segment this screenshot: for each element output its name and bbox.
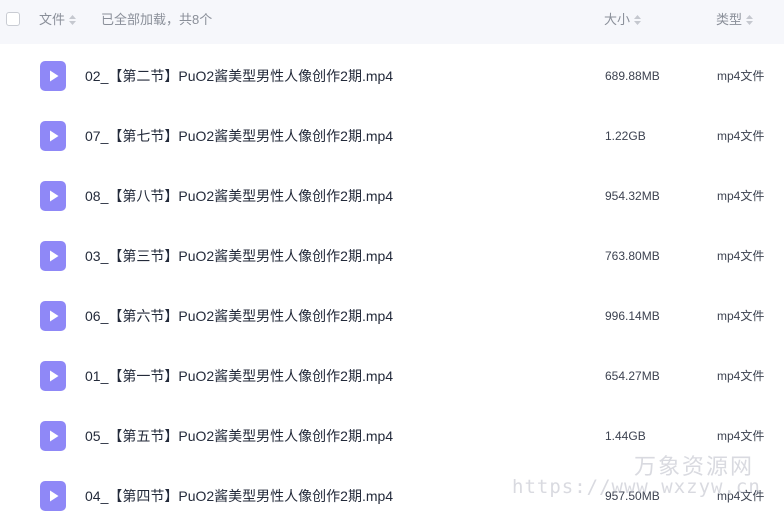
file-size: 957.50MB bbox=[605, 489, 660, 503]
file-size: 1.44GB bbox=[605, 429, 646, 443]
file-row[interactable]: 02_【第二节】PuO2酱美型男性人像创作2期.mp4 689.88MB mp4… bbox=[0, 46, 784, 106]
video-file-icon bbox=[40, 421, 66, 451]
file-row[interactable]: 08_【第八节】PuO2酱美型男性人像创作2期.mp4 954.32MB mp4… bbox=[0, 166, 784, 226]
file-type: mp4文件 bbox=[717, 489, 765, 503]
file-row[interactable]: 04_【第四节】PuO2酱美型男性人像创作2期.mp4 957.50MB mp4… bbox=[0, 466, 784, 523]
file-size: 1.22GB bbox=[605, 129, 646, 143]
file-row[interactable]: 06_【第六节】PuO2酱美型男性人像创作2期.mp4 996.14MB mp4… bbox=[0, 286, 784, 346]
file-name: 08_【第八节】PuO2酱美型男性人像创作2期.mp4 bbox=[85, 188, 394, 204]
file-type: mp4文件 bbox=[717, 189, 765, 203]
video-file-icon bbox=[40, 61, 66, 91]
select-all-checkbox[interactable] bbox=[6, 12, 20, 26]
video-file-icon bbox=[40, 241, 66, 271]
file-row[interactable]: 07_【第七节】PuO2酱美型男性人像创作2期.mp4 1.22GB mp4文件 bbox=[0, 106, 784, 166]
file-type: mp4文件 bbox=[717, 69, 765, 83]
file-name: 02_【第二节】PuO2酱美型男性人像创作2期.mp4 bbox=[85, 68, 394, 84]
file-type: mp4文件 bbox=[717, 249, 765, 263]
video-file-icon bbox=[40, 481, 66, 511]
name-column-label: 文件 bbox=[39, 12, 66, 27]
sort-arrows-icon bbox=[634, 15, 642, 25]
file-list-header: 文件 已全部加载，共8个 大小 类型 bbox=[0, 0, 784, 44]
file-type: mp4文件 bbox=[717, 369, 765, 383]
type-column-label: 类型 bbox=[716, 12, 743, 27]
file-name: 07_【第七节】PuO2酱美型男性人像创作2期.mp4 bbox=[85, 128, 394, 144]
video-file-icon bbox=[40, 121, 66, 151]
file-name: 03_【第三节】PuO2酱美型男性人像创作2期.mp4 bbox=[85, 248, 394, 264]
file-type: mp4文件 bbox=[717, 129, 765, 143]
file-type: mp4文件 bbox=[717, 309, 765, 323]
file-name: 06_【第六节】PuO2酱美型男性人像创作2期.mp4 bbox=[85, 308, 394, 324]
sort-by-name-header[interactable]: 文件 bbox=[39, 12, 77, 28]
sort-by-type-header[interactable]: 类型 bbox=[716, 12, 754, 28]
sort-arrows-icon bbox=[746, 15, 754, 25]
video-file-icon bbox=[40, 181, 66, 211]
video-file-icon bbox=[40, 361, 66, 391]
file-size: 763.80MB bbox=[605, 249, 660, 263]
file-row[interactable]: 05_【第五节】PuO2酱美型男性人像创作2期.mp4 1.44GB mp4文件 bbox=[0, 406, 784, 466]
file-size: 654.27MB bbox=[605, 369, 660, 383]
file-row[interactable]: 03_【第三节】PuO2酱美型男性人像创作2期.mp4 763.80MB mp4… bbox=[0, 226, 784, 286]
size-column-label: 大小 bbox=[604, 12, 631, 27]
file-name: 05_【第五节】PuO2酱美型男性人像创作2期.mp4 bbox=[85, 428, 394, 444]
file-row[interactable]: 01_【第一节】PuO2酱美型男性人像创作2期.mp4 654.27MB mp4… bbox=[0, 346, 784, 406]
file-list-panel: 文件 已全部加载，共8个 大小 类型 02_【第二节】PuO2酱美型男性人像创作… bbox=[0, 0, 784, 523]
load-status-text: 已全部加载，共8个 bbox=[101, 12, 213, 27]
file-size: 996.14MB bbox=[605, 309, 660, 323]
file-name: 04_【第四节】PuO2酱美型男性人像创作2期.mp4 bbox=[85, 488, 394, 504]
video-file-icon bbox=[40, 301, 66, 331]
file-name: 01_【第一节】PuO2酱美型男性人像创作2期.mp4 bbox=[85, 368, 394, 384]
file-size: 954.32MB bbox=[605, 189, 660, 203]
sort-arrows-icon bbox=[69, 15, 77, 25]
file-size: 689.88MB bbox=[605, 69, 660, 83]
file-type: mp4文件 bbox=[717, 429, 765, 443]
sort-by-size-header[interactable]: 大小 bbox=[604, 12, 642, 28]
